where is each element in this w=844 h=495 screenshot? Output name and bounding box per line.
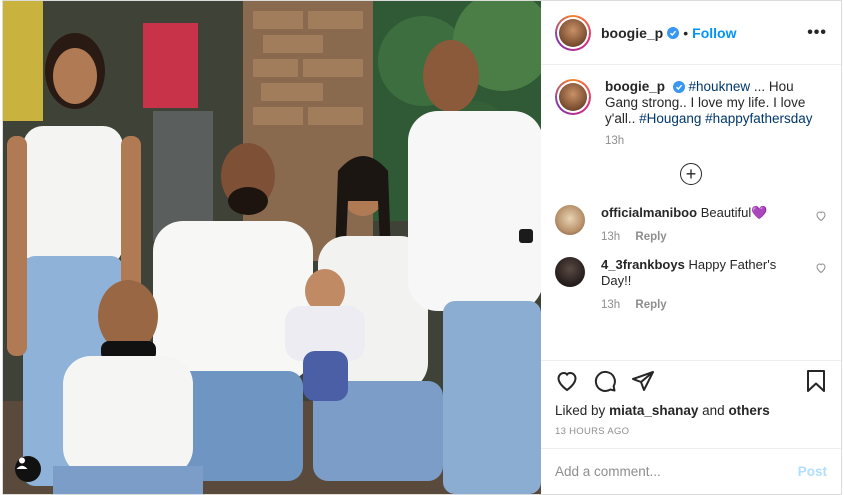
- comment-input[interactable]: [555, 464, 798, 479]
- comment-icon[interactable]: [593, 369, 617, 398]
- likes-others[interactable]: others: [728, 403, 769, 418]
- plus-circle-icon[interactable]: +: [680, 163, 702, 185]
- comment-body: 4_3frankboys Happy Father's Day!! 13h Re…: [601, 257, 807, 313]
- post-card: boogie_p • Follow ••• boogie_p #houknew …: [2, 0, 842, 495]
- caption-meta: 13h: [605, 135, 827, 147]
- comment-username[interactable]: officialmaniboo: [601, 205, 697, 220]
- more-icon[interactable]: •••: [807, 24, 827, 42]
- caption-username[interactable]: boogie_p: [605, 79, 665, 94]
- comment-time: 13h: [601, 299, 621, 311]
- liked-by-username[interactable]: miata_shanay: [609, 403, 698, 418]
- post-timestamp: 13 HOURS AGO: [555, 426, 630, 437]
- reply-button[interactable]: Reply: [635, 231, 666, 243]
- user-tag-icon[interactable]: [15, 456, 41, 482]
- comments-section: boogie_p #houknew ... Hou Gang strong.. …: [541, 65, 841, 360]
- caption: boogie_p #houknew ... Hou Gang strong.. …: [555, 79, 827, 127]
- hashtag-link[interactable]: #Hougang: [639, 111, 701, 126]
- heart-icon[interactable]: [815, 261, 827, 279]
- follow-button[interactable]: Follow: [692, 25, 736, 41]
- comment-time: 13h: [601, 231, 621, 243]
- add-comment-bar: Post: [541, 448, 841, 494]
- commenter-avatar[interactable]: [555, 205, 585, 235]
- comment-username[interactable]: 4_3frankboys: [601, 257, 685, 272]
- post-photo[interactable]: [3, 1, 541, 494]
- likes-prefix: Liked by: [555, 403, 606, 418]
- load-more-comments[interactable]: +: [555, 163, 827, 185]
- verified-icon: [667, 26, 680, 39]
- action-icons: [555, 369, 827, 397]
- share-icon[interactable]: [631, 369, 655, 398]
- hashtag-link[interactable]: #houknew: [689, 79, 751, 94]
- comment-text: Beautiful💜: [700, 205, 768, 220]
- comment-meta: 13h Reply: [601, 229, 807, 245]
- bookmark-icon[interactable]: [805, 369, 827, 398]
- likes-summary: Liked by miata_shanay and others: [555, 403, 827, 418]
- family-photo: [3, 1, 541, 494]
- heart-icon[interactable]: [555, 369, 579, 398]
- comment-meta: 13h Reply: [601, 297, 807, 313]
- verified-icon: [672, 81, 685, 94]
- post-actions: Liked by miata_shanay and others 13 HOUR…: [541, 360, 841, 448]
- comment-body: officialmaniboo Beautiful💜 13h Reply: [601, 205, 807, 245]
- caption-text: boogie_p #houknew ... Hou Gang strong.. …: [605, 79, 821, 127]
- hashtag-link[interactable]: #happyfathersday: [705, 111, 812, 126]
- reply-button[interactable]: Reply: [635, 299, 666, 311]
- likes-suffix: and: [702, 403, 725, 418]
- comment-item: 4_3frankboys Happy Father's Day!! 13h Re…: [555, 257, 827, 313]
- author-username[interactable]: boogie_p: [601, 25, 663, 41]
- author-avatar[interactable]: [555, 14, 591, 51]
- caption-time: 13h: [605, 135, 625, 147]
- caption-avatar[interactable]: [555, 79, 591, 115]
- dot-separator: •: [683, 24, 689, 41]
- post-sidebar: boogie_p • Follow ••• boogie_p #houknew …: [541, 1, 841, 494]
- comment-item: officialmaniboo Beautiful💜 13h Reply: [555, 205, 827, 245]
- heart-icon[interactable]: [815, 209, 827, 227]
- commenter-avatar[interactable]: [555, 257, 585, 287]
- post-comment-button[interactable]: Post: [798, 464, 827, 479]
- post-header: boogie_p • Follow •••: [541, 1, 841, 65]
